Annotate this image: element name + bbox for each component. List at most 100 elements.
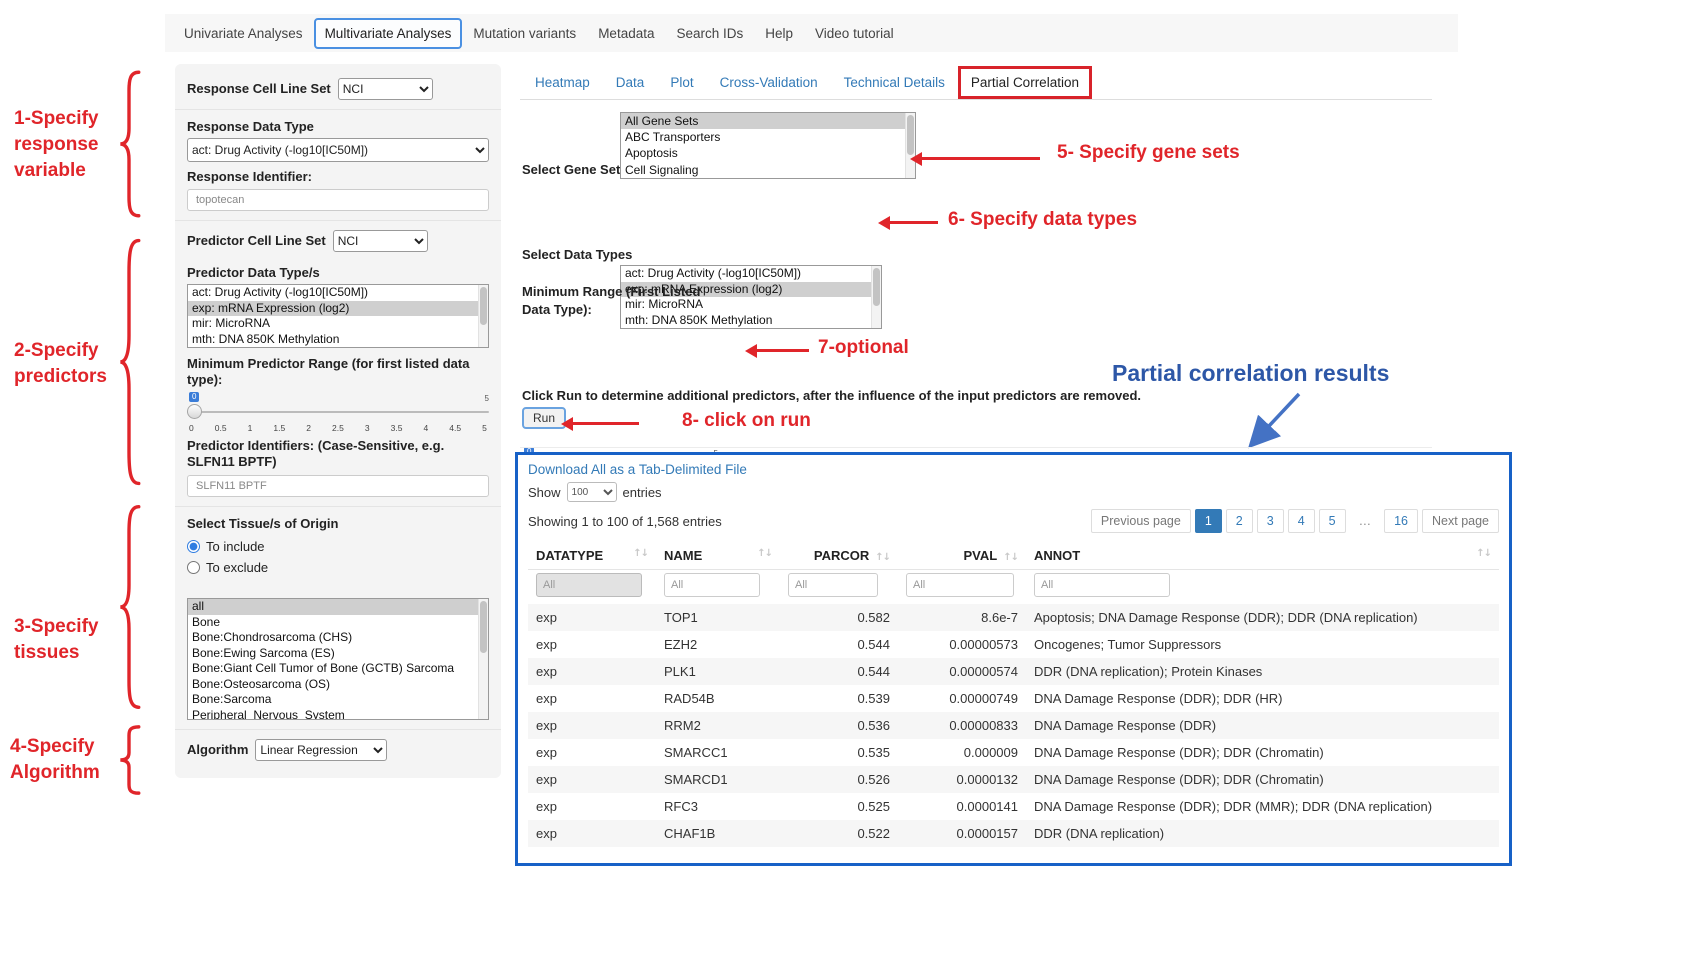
- showing-entries-text: Showing 1 to 100 of 1,568 entries: [528, 514, 722, 529]
- listbox-option[interactable]: Cell Signaling: [621, 162, 915, 178]
- tissue-listbox[interactable]: all Bone Bone:Chondrosarcoma (CHS) Bone:…: [187, 598, 489, 720]
- listbox-option-selected[interactable]: exp: mRNA Expression (log2): [188, 301, 488, 317]
- scrollbar-thumb[interactable]: [480, 287, 487, 325]
- to-exclude-radio[interactable]: [187, 561, 200, 574]
- scrollbar[interactable]: [478, 285, 488, 347]
- cell-annot: DNA Damage Response (DDR): [1026, 712, 1499, 739]
- cell-parcor: 0.522: [780, 820, 898, 847]
- cell-pval: 0.0000157: [898, 820, 1026, 847]
- to-include-radio[interactable]: [187, 540, 200, 553]
- tab-partial-correlation[interactable]: Partial Correlation: [958, 66, 1092, 99]
- table-row[interactable]: exp TOP1 0.582 8.6e-7 Apoptosis; DNA Dam…: [528, 604, 1499, 631]
- nav-item-help[interactable]: Help: [754, 18, 804, 49]
- listbox-option[interactable]: Bone:Giant Cell Tumor of Bone (GCTB) Sar…: [188, 661, 488, 677]
- listbox-option[interactable]: mth: DNA 850K Methylation: [188, 332, 488, 348]
- listbox-option[interactable]: Bone: [188, 615, 488, 631]
- cell-name: SMARCD1: [656, 766, 780, 793]
- filter-input-parcor[interactable]: [788, 573, 878, 597]
- tissue-origin-label: Select Tissue/s of Origin: [187, 516, 489, 532]
- table-header-row: DATATYPE↑↓ NAME↑↓ PARCOR↑↓ PVAL↑↓ ANNOT↑…: [528, 542, 1499, 570]
- algorithm-select[interactable]: Linear Regression: [255, 739, 387, 761]
- table-row[interactable]: exp EZH2 0.544 0.00000573 Oncogenes; Tum…: [528, 631, 1499, 658]
- slider-handle[interactable]: [187, 404, 202, 419]
- listbox-option[interactable]: mir: MicroRNA: [188, 316, 488, 332]
- column-header-parcor[interactable]: PARCOR↑↓: [780, 542, 898, 570]
- nav-item-multivariate-analyses[interactable]: Multivariate Analyses: [314, 18, 463, 49]
- filter-input-datatype[interactable]: [536, 573, 642, 597]
- scrollbar-thumb[interactable]: [907, 115, 914, 155]
- table-row[interactable]: exp RAD54B 0.539 0.00000749 DNA Damage R…: [528, 685, 1499, 712]
- table-row[interactable]: exp PLK1 0.544 0.00000574 DDR (DNA repli…: [528, 658, 1499, 685]
- listbox-option[interactable]: Bone:Ewing Sarcoma (ES): [188, 646, 488, 662]
- scrollbar-thumb[interactable]: [480, 601, 487, 653]
- page-button-4[interactable]: 4: [1288, 509, 1315, 533]
- nav-item-mutation-variants[interactable]: Mutation variants: [462, 18, 587, 49]
- tab-cross-validation[interactable]: Cross-Validation: [707, 67, 831, 98]
- scrollbar-thumb[interactable]: [873, 268, 880, 306]
- table-row[interactable]: exp SMARCC1 0.535 0.000009 DNA Damage Re…: [528, 739, 1499, 766]
- filter-input-pval[interactable]: [906, 573, 1014, 597]
- column-header-annot[interactable]: ANNOT↑↓: [1026, 542, 1499, 570]
- download-tab-delimited-link[interactable]: Download All as a Tab-Delimited File: [528, 462, 747, 477]
- column-header-name[interactable]: NAME↑↓: [656, 542, 780, 570]
- listbox-option[interactable]: Apoptosis: [621, 145, 915, 161]
- next-page-button[interactable]: Next page: [1422, 509, 1499, 533]
- listbox-option-selected[interactable]: all: [188, 599, 488, 615]
- listbox-option[interactable]: Peripheral_Nervous_System: [188, 708, 488, 721]
- response-cell-line-set-select[interactable]: NCI: [338, 78, 433, 100]
- tab-technical-details[interactable]: Technical Details: [831, 67, 958, 98]
- response-data-type-select[interactable]: act: Drug Activity (-log10[IC50M]): [187, 138, 489, 162]
- listbox-option[interactable]: Bone:Sarcoma: [188, 692, 488, 708]
- tabs-divider: [520, 99, 1432, 100]
- listbox-option[interactable]: mth: DNA 850K Methylation: [621, 313, 881, 329]
- nav-item-search-ids[interactable]: Search IDs: [665, 18, 754, 49]
- listbox-option[interactable]: Bone:Chondrosarcoma (CHS): [188, 630, 488, 646]
- run-button[interactable]: Run: [522, 407, 566, 429]
- page-button-3[interactable]: 3: [1257, 509, 1284, 533]
- response-data-type-label: Response Data Type: [187, 119, 489, 135]
- predictor-identifiers-input[interactable]: [187, 475, 489, 497]
- table-row[interactable]: exp CHAF1B 0.522 0.0000157 DDR (DNA repl…: [528, 820, 1499, 847]
- page-button-5[interactable]: 5: [1319, 509, 1346, 533]
- slider-value-badge: 0: [189, 392, 199, 402]
- listbox-option-selected[interactable]: All Gene Sets: [621, 113, 915, 129]
- tab-heatmap[interactable]: Heatmap: [522, 67, 603, 98]
- predictor-cell-line-set-select[interactable]: NCI: [333, 230, 428, 252]
- column-header-datatype[interactable]: DATATYPE↑↓: [528, 542, 656, 570]
- page-size-select[interactable]: 100: [567, 482, 617, 502]
- tab-data[interactable]: Data: [603, 67, 658, 98]
- page-button-1[interactable]: 1: [1195, 509, 1222, 533]
- min-predictor-range-slider[interactable]: 0 5 00.511.522.533.544.55: [187, 392, 489, 436]
- annotation-step2: 2-Specify predictors: [14, 338, 107, 390]
- predictor-data-types-listbox[interactable]: act: Drug Activity (-log10[IC50M]) exp: …: [187, 284, 489, 348]
- column-header-pval[interactable]: PVAL↑↓: [898, 542, 1026, 570]
- listbox-option[interactable]: act: Drug Activity (-log10[IC50M]): [188, 285, 488, 301]
- listbox-option[interactable]: act: Drug Activity (-log10[IC50M]): [621, 266, 881, 282]
- slider-track[interactable]: [187, 411, 489, 413]
- previous-page-button[interactable]: Previous page: [1091, 509, 1191, 533]
- cell-pval: 0.00000573: [898, 631, 1026, 658]
- cell-annot: DNA Damage Response (DDR); DDR (HR): [1026, 685, 1499, 712]
- listbox-option[interactable]: Bone:Osteosarcoma (OS): [188, 677, 488, 693]
- page-button-2[interactable]: 2: [1226, 509, 1253, 533]
- table-row[interactable]: exp RFC3 0.525 0.0000141 DNA Damage Resp…: [528, 793, 1499, 820]
- nav-item-univariate-analyses[interactable]: Univariate Analyses: [173, 18, 314, 49]
- filter-input-annot[interactable]: [1034, 573, 1170, 597]
- table-row[interactable]: exp RRM2 0.536 0.00000833 DNA Damage Res…: [528, 712, 1499, 739]
- nav-item-video-tutorial[interactable]: Video tutorial: [804, 18, 905, 49]
- page-button-16[interactable]: 16: [1384, 509, 1418, 533]
- scrollbar[interactable]: [905, 113, 915, 178]
- table-row[interactable]: exp SMARCD1 0.526 0.0000132 DNA Damage R…: [528, 766, 1499, 793]
- gene-sets-listbox[interactable]: All Gene Sets ABC Transporters Apoptosis…: [620, 112, 916, 179]
- cell-name: CHAF1B: [656, 820, 780, 847]
- listbox-option[interactable]: ABC Transporters: [621, 129, 915, 145]
- tab-plot[interactable]: Plot: [657, 67, 706, 98]
- response-identifier-input[interactable]: [187, 189, 489, 211]
- scrollbar[interactable]: [478, 599, 488, 719]
- cell-pval: 8.6e-7: [898, 604, 1026, 631]
- cell-annot: DNA Damage Response (DDR); DDR (Chromati…: [1026, 739, 1499, 766]
- pagination-ellipsis: …: [1350, 510, 1381, 532]
- filter-input-name[interactable]: [664, 573, 760, 597]
- scrollbar[interactable]: [871, 266, 881, 328]
- nav-item-metadata[interactable]: Metadata: [587, 18, 665, 49]
